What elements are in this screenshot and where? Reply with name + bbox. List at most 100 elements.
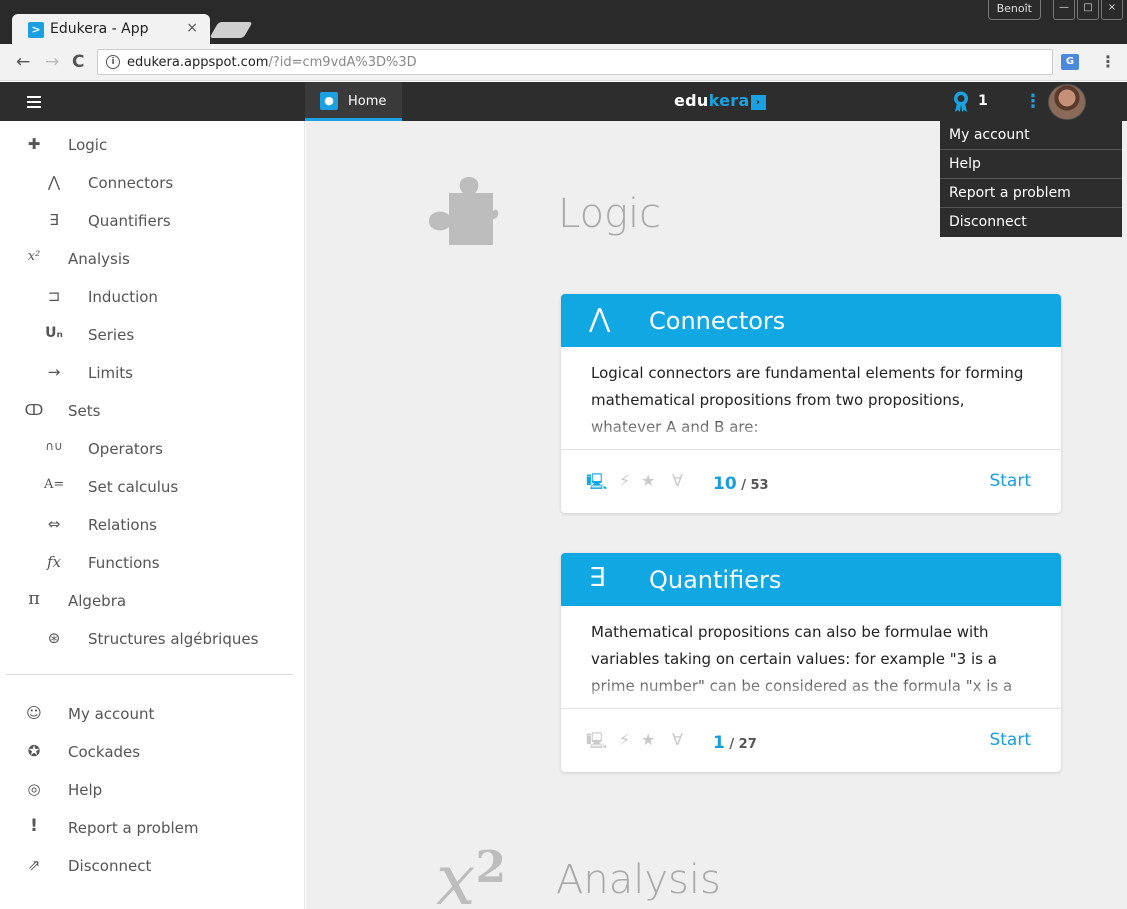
translate-icon[interactable]: G — [1061, 54, 1079, 70]
window-minimize-button[interactable]: — — [1053, 0, 1075, 20]
sidebar-item-set-calculus[interactable]: A= Set calculus — [0, 466, 305, 504]
sidebar-item-label: Limits — [88, 364, 133, 382]
series-icon: Uₙ — [45, 325, 63, 341]
cockade-icon: ✪ — [27, 742, 41, 760]
sets-icon: ↀ — [24, 401, 44, 419]
logo-text-main: edu — [674, 91, 709, 110]
exists-icon: ∃ — [589, 563, 606, 593]
sidebar-item-logic[interactable]: ✚ Logic — [0, 124, 305, 162]
exponent-symbol: 2 — [475, 842, 507, 893]
sidebar-item-cockades[interactable]: ✪ Cockades — [0, 731, 305, 769]
edukera-favicon-icon: > — [28, 22, 44, 38]
sidebar-item-structures-algebriques[interactable]: ⊛ Structures algébriques — [0, 618, 305, 656]
card-divider — [561, 449, 1061, 450]
app-header: ● Home edukera › 1 ⋮ — [0, 82, 1127, 121]
card-score: 10 — [713, 474, 737, 494]
address-bar[interactable]: i edukera.appspot.com/?id=cm9vdA%3D%3D — [97, 49, 1053, 75]
structures-icon: ⊛ — [47, 629, 61, 647]
sidebar-item-relations[interactable]: ⇔ Relations — [0, 504, 305, 542]
sidebar-item-label: Relations — [88, 516, 157, 534]
new-tab-button[interactable] — [209, 22, 253, 38]
exclamation-icon: ! — [30, 816, 38, 836]
home-tab[interactable]: ● Home — [305, 82, 402, 121]
forward-arrow-icon[interactable]: → — [45, 52, 59, 72]
lightning-icon: ⚡ — [619, 471, 631, 490]
card-total: / 53 — [736, 478, 769, 493]
sidebar-item-analysis[interactable]: x² Analysis — [0, 238, 305, 276]
star-icon: ★ — [641, 471, 656, 490]
browser-profile-button[interactable]: Benoît — [987, 0, 1041, 20]
sidebar-item-label: Algebra — [68, 592, 127, 610]
tab-close-icon[interactable]: × — [186, 20, 198, 36]
sidebar-item-label: Functions — [88, 554, 160, 572]
hamburger-menu-icon[interactable] — [27, 96, 41, 108]
avatar[interactable] — [1048, 84, 1086, 120]
browser-menu-icon[interactable]: ⋮ — [1100, 52, 1116, 71]
x-symbol: x — [436, 839, 476, 909]
card-progress: 1 / 27 — [713, 733, 757, 753]
sidebar-item-disconnect[interactable]: ⇗ Disconnect — [0, 845, 305, 883]
browser-tab[interactable]: > Edukera - App × — [12, 14, 210, 44]
sidebar-item-limits[interactable]: → Limits — [0, 352, 305, 390]
window-close-button[interactable]: × — [1101, 0, 1123, 20]
reload-icon[interactable]: C — [72, 52, 84, 72]
info-icon[interactable]: i — [106, 55, 120, 69]
forall-icon: ∀ — [672, 471, 683, 490]
sidebar-item-help[interactable]: ◎ Help — [0, 769, 305, 807]
sidebar-item-series[interactable]: Uₙ Series — [0, 314, 305, 352]
sidebar-item-label: Set calculus — [88, 478, 179, 496]
sidebar-item-label: Logic — [68, 136, 108, 154]
card-progress: 10 / 53 — [713, 474, 769, 494]
menu-item-my-account[interactable]: My account — [940, 121, 1122, 150]
operators-icon: ∩∪ — [45, 439, 63, 453]
window-maximize-button[interactable]: □ — [1077, 0, 1099, 20]
start-button[interactable]: Start — [989, 471, 1031, 491]
sidebar-item-connectors[interactable]: ⋀ Connectors — [0, 162, 305, 200]
kebab-menu-icon[interactable]: ⋮ — [1024, 91, 1042, 112]
sidebar-item-induction[interactable]: ⊐ Induction — [0, 276, 305, 314]
puzzle-icon — [429, 177, 499, 245]
section-title-analysis: Analysis — [556, 857, 721, 903]
sidebar: ✚ Logic ⋀ Connectors ∃ Quantifiers x² An… — [0, 121, 305, 909]
course-card-connectors[interactable]: ⋀ Connectors Logical connectors are fund… — [561, 294, 1061, 513]
start-button[interactable]: Start — [989, 730, 1031, 750]
edukera-logo[interactable]: edukera › — [674, 91, 766, 110]
cockade-count: 1 — [978, 93, 988, 109]
user-icon: ☺ — [26, 704, 42, 722]
cockade-icon[interactable] — [952, 91, 970, 113]
sidebar-item-functions[interactable]: fx Functions — [0, 542, 305, 580]
url-path: /?id=cm9vdA%3D%3D — [268, 55, 417, 70]
card-fade — [561, 414, 1061, 448]
lifebuoy-icon: ◎ — [27, 780, 41, 798]
menu-item-help[interactable]: Help — [940, 150, 1122, 179]
sidebar-item-label: My account — [68, 705, 155, 723]
sidebar-item-label: Operators — [88, 440, 163, 458]
sidebar-item-label: Sets — [68, 402, 101, 420]
sidebar-item-label: Series — [88, 326, 135, 344]
double-arrow-icon: ⇔ — [47, 515, 61, 533]
sidebar-item-operators[interactable]: ∩∪ Operators — [0, 428, 305, 466]
course-card-quantifiers[interactable]: ∃ Quantifiers Mathematical propositions … — [561, 553, 1061, 772]
induction-icon: ⊐ — [47, 287, 61, 305]
map-pin-icon: ● — [320, 92, 338, 110]
sidebar-item-label: Quantifiers — [88, 212, 171, 230]
sidebar-item-label: Report a problem — [68, 819, 199, 837]
menu-item-disconnect[interactable]: Disconnect — [940, 208, 1122, 237]
arrow-right-icon: → — [47, 363, 61, 381]
sidebar-item-algebra[interactable]: π Algebra — [0, 580, 305, 618]
logo-text-accent: kera — [708, 91, 750, 110]
sidebar-item-report-a-problem[interactable]: ! Report a problem — [0, 807, 305, 845]
sidebar-item-quantifiers[interactable]: ∃ Quantifiers — [0, 200, 305, 238]
exists-icon: ∃ — [49, 211, 59, 229]
sidebar-item-sets[interactable]: ↀ Sets — [0, 390, 305, 428]
tab-title: Edukera - App — [50, 21, 149, 37]
connector-and-icon: ⋀ — [47, 173, 61, 191]
url-text[interactable]: edukera.appspot.com/?id=cm9vdA%3D%3D — [127, 55, 417, 70]
sidebar-item-my-account[interactable]: ☺ My account — [0, 693, 305, 731]
function-icon: fx — [46, 553, 61, 571]
card-fade — [561, 673, 1061, 707]
forall-icon: ∀ — [672, 730, 683, 749]
main-content: Logic ⋀ Connectors Logical connectors ar… — [306, 121, 1127, 909]
menu-item-report-a-problem[interactable]: Report a problem — [940, 179, 1122, 208]
back-arrow-icon[interactable]: ← — [16, 52, 30, 72]
